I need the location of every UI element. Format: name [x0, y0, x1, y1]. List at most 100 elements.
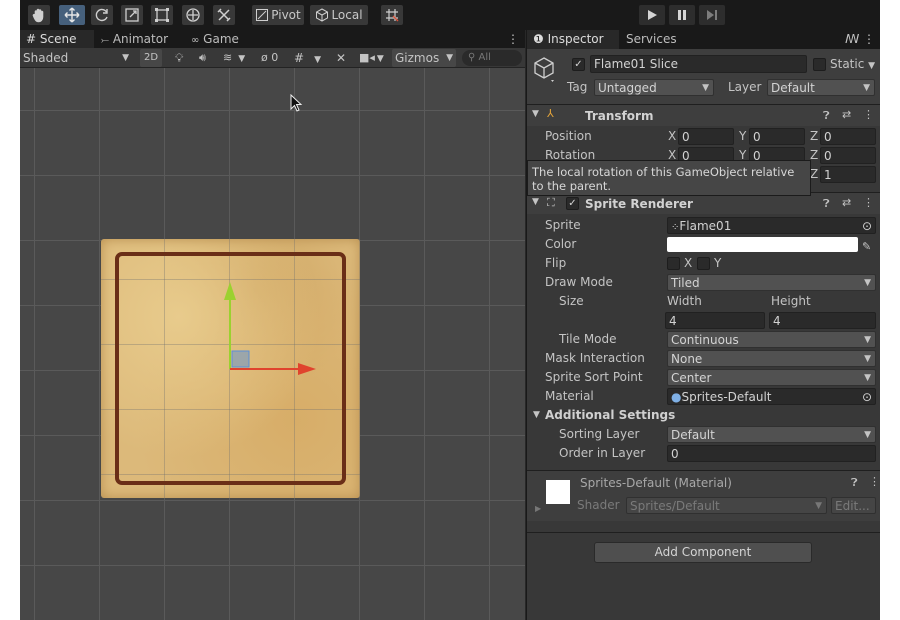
width-field[interactable]: 4: [665, 312, 765, 329]
rotation-tooltip: The local rotation of this GameObject re…: [527, 160, 811, 196]
add-component-button[interactable]: Add Component: [594, 542, 812, 563]
transform-header[interactable]: ▼ ⅄ Transform ❓︎ ⇄ ⋮: [527, 104, 880, 126]
preset-icon[interactable]: ⇄: [842, 196, 851, 209]
inspector-tab-bar: ❶ Inspector Services ꟿ ⋮: [527, 30, 880, 49]
camera-dropdown[interactable]: ■◂ ▼: [359, 49, 389, 67]
position-x-field[interactable]: 0: [678, 128, 734, 145]
tab-services[interactable]: Services: [620, 30, 700, 49]
material-title: Sprites-Default (Material): [580, 476, 732, 490]
tag-value: Untagged: [598, 81, 657, 95]
height-value: 4: [773, 314, 781, 328]
component-menu-icon[interactable]: ⋮: [869, 475, 880, 488]
pivot-toggle[interactable]: Pivot: [252, 5, 304, 25]
tag-dropdown[interactable]: Untagged ▼: [594, 79, 714, 96]
layer-dropdown[interactable]: Default ▼: [767, 79, 875, 96]
search-icon: ⚲: [468, 52, 476, 63]
hand-tool-button[interactable]: [28, 5, 50, 25]
gameobject-header: ✓ Flame01 Slice Static ▼ Tag Untagged ▼ L…: [527, 49, 880, 109]
pause-button[interactable]: [669, 5, 695, 25]
local-toggle[interactable]: Local: [310, 5, 368, 25]
tab-scene[interactable]: # Scene: [20, 30, 94, 48]
flip-x-checkbox[interactable]: [667, 257, 680, 270]
chevron-down-icon: ▼: [868, 61, 876, 71]
sorting-layer-value: Default: [671, 428, 715, 442]
info-icon: ❶: [533, 32, 544, 46]
draw-mode-label: Draw Mode: [545, 275, 613, 289]
hierarchy-search-input[interactable]: ⚲ All: [462, 50, 522, 66]
color-swatch[interactable]: [667, 237, 858, 252]
grid-icon: #: [294, 51, 305, 65]
position-y-field[interactable]: 0: [749, 128, 805, 145]
flip-y-checkbox[interactable]: [697, 257, 710, 270]
help-icon[interactable]: ❓︎: [851, 476, 858, 490]
sprite-sort-point-dropdown[interactable]: Center ▼: [667, 369, 876, 386]
tab-inspector[interactable]: ❶ Inspector: [527, 30, 619, 49]
rotate-tool-button[interactable]: [91, 5, 113, 25]
tile-mode-dropdown[interactable]: Continuous ▼: [667, 331, 876, 348]
gizmos-dropdown[interactable]: Gizmos ▼: [392, 49, 456, 67]
scene-visibility-toggle[interactable]: ø 0: [261, 49, 289, 67]
custom-tool-button[interactable]: [213, 5, 235, 25]
mask-interaction-dropdown[interactable]: None ▼: [667, 350, 876, 367]
play-button[interactable]: [639, 5, 665, 25]
gizmos-label: Gizmos: [395, 51, 440, 65]
chevron-down-icon: ▼: [864, 354, 871, 364]
position-z-field[interactable]: 0: [820, 128, 876, 145]
xy-plane-handle[interactable]: [231, 350, 250, 368]
effects-dropdown[interactable]: ≋ ▼: [223, 49, 253, 67]
additional-settings-foldout[interactable]: ▼ Additional Settings: [527, 406, 880, 425]
foldout-arrow-icon[interactable]: ▶: [535, 504, 541, 513]
y-axis-arrow-icon[interactable]: [224, 282, 236, 300]
tab-animator[interactable]: ⤚ Animator: [95, 30, 177, 48]
scale-z-field[interactable]: 1: [820, 166, 876, 183]
object-name-field[interactable]: Flame01 Slice: [590, 55, 807, 73]
hand-icon: [32, 8, 44, 23]
rect-tool-button[interactable]: [151, 5, 173, 25]
flip-row: Flip X Y: [527, 254, 880, 273]
tab-game[interactable]: ∞ Game: [185, 30, 255, 48]
rotation-z-field[interactable]: 0: [820, 147, 876, 164]
order-in-layer-field[interactable]: 0: [667, 445, 876, 462]
step-button[interactable]: [699, 5, 725, 25]
move-gizmo[interactable]: [20, 68, 525, 620]
lock-icon[interactable]: ꟿ: [845, 30, 859, 49]
object-picker-icon[interactable]: ⊙: [862, 218, 872, 233]
sprite-renderer-enabled-checkbox[interactable]: ✓: [566, 197, 579, 210]
preset-icon[interactable]: ⇄: [842, 108, 851, 121]
draw-mode-dropdown[interactable]: Tiled ▼: [667, 274, 876, 291]
static-dropdown[interactable]: Static ▼: [830, 56, 875, 75]
chevron-down-icon: ▼: [864, 373, 871, 383]
move-tool-button[interactable]: [59, 5, 85, 25]
material-object-field[interactable]: ●Sprites-Default ⊙: [667, 388, 876, 405]
grid-snap-button[interactable]: [381, 5, 403, 25]
chevron-down-icon: ▼: [314, 55, 321, 65]
scene-viewport[interactable]: [20, 68, 525, 620]
scale-tool-button[interactable]: [121, 5, 143, 25]
x-axis-arrow-icon[interactable]: [298, 363, 316, 375]
shader-dropdown[interactable]: Sprites/Default ▼: [626, 497, 827, 514]
static-checkbox[interactable]: [813, 58, 826, 71]
shading-mode-label: Shaded: [23, 51, 69, 65]
object-picker-icon[interactable]: ⊙: [862, 389, 872, 404]
audio-toggle[interactable]: 🔊︎: [199, 49, 213, 67]
draw-mode-row: Draw Mode Tiled ▼: [527, 273, 880, 292]
component-menu-icon[interactable]: ⋮: [863, 196, 874, 209]
component-menu-icon[interactable]: ⋮: [863, 108, 874, 121]
active-checkbox[interactable]: ✓: [572, 58, 585, 71]
inspector-more-menu-icon[interactable]: ⋮: [863, 30, 875, 49]
sprite-object-field[interactable]: ⁘Flame01 ⊙: [667, 217, 876, 234]
lighting-toggle[interactable]: 💡︎: [175, 49, 189, 67]
transform-tool-button[interactable]: [182, 5, 204, 25]
help-icon[interactable]: ❓︎: [823, 109, 830, 123]
grid-dropdown[interactable]: # ▼: [294, 49, 330, 67]
scene-more-menu-icon[interactable]: ⋮: [507, 30, 519, 48]
sorting-layer-dropdown[interactable]: Default ▼: [667, 426, 876, 443]
layer-value: Default: [771, 81, 815, 95]
height-field[interactable]: 4: [769, 312, 876, 329]
component-tools-button[interactable]: ✕: [336, 49, 350, 67]
help-icon[interactable]: ❓︎: [823, 197, 830, 211]
shader-edit-button[interactable]: Edit...: [831, 497, 876, 514]
toggle-2d-button[interactable]: 2D: [140, 49, 162, 67]
shader-edit-label: Edit...: [835, 499, 870, 513]
shading-mode-dropdown[interactable]: Shaded ▼: [23, 49, 131, 67]
